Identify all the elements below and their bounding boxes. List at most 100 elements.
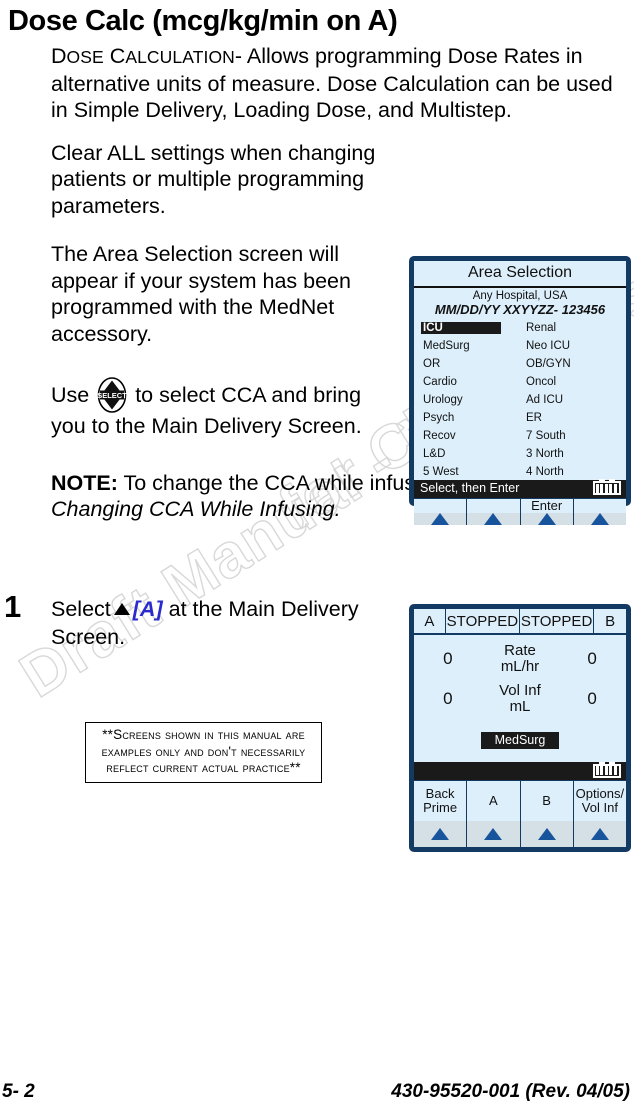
footer-page-number: 5- 2 (2, 1081, 35, 1102)
arrow-key-1[interactable] (414, 821, 468, 847)
area-selection-softkeys: Enter (414, 497, 626, 513)
softkey-channel-a[interactable]: A (467, 781, 521, 821)
cca-list: ICU MedSurg OR Cardio Urology Psych Reco… (414, 317, 626, 480)
cca-item-urology[interactable]: Urology (421, 394, 465, 407)
softkey-back-prime[interactable]: Back Prime (414, 781, 468, 821)
paragraph-clear-settings: Clear ALL settings when changing patient… (51, 140, 376, 218)
main-delivery-body: 0 Rate mL/hr 0 0 Vol Inf mL 0 MedSurg (414, 635, 626, 762)
rate-label: Rate mL/hr (482, 641, 558, 675)
cca-item-icu[interactable]: ICU (421, 321, 501, 335)
rate-row: 0 Rate mL/hr 0 (414, 641, 626, 675)
battery-icon (593, 761, 621, 778)
rate-label-line2: mL/hr (500, 657, 540, 675)
vol-inf-row: 0 Vol Inf mL 0 (414, 681, 626, 715)
cca-item-oncol[interactable]: Oncol (524, 376, 558, 389)
channel-b-status: STOPPED (520, 609, 595, 633)
area-selection-status-bar: Select, then Enter (414, 479, 626, 498)
channel-a-status: STOPPED (446, 609, 520, 633)
softkey-channel-b-label: B (542, 793, 551, 808)
footer-document-number: 430-95520-001 (Rev. 04/05) (391, 1081, 630, 1102)
cca-badge-wrap: MedSurg (414, 731, 626, 749)
calculation-lead-cap: C (109, 44, 126, 68)
battery-icon (593, 479, 621, 495)
arrow-key-3[interactable] (521, 821, 574, 847)
softkey-2[interactable] (467, 498, 521, 513)
main-delivery-device: A STOPPED STOPPED B 0 Rate mL/hr 0 0 Vol… (409, 604, 631, 852)
hospital-name: Any Hospital, USA (472, 290, 568, 302)
arrow-key-4[interactable] (574, 512, 626, 525)
main-delivery-lcd: A STOPPED STOPPED B 0 Rate mL/hr 0 0 Vol… (414, 609, 626, 847)
arrow-key-1[interactable] (414, 512, 468, 525)
channel-a-label: A (414, 609, 446, 633)
area-selection-arrow-keys (414, 512, 626, 525)
svg-text:SELECT: SELECT (97, 391, 127, 400)
cca-item-or[interactable]: OR (421, 358, 442, 371)
arrow-key-2[interactable] (467, 821, 521, 847)
status-text: Select, then Enter (420, 481, 520, 495)
paragraph-use-select: Use SELECT to select CCA and bring you t… (51, 377, 396, 440)
cca-item-renal[interactable]: Renal (524, 322, 558, 335)
arrow-key-2[interactable] (467, 512, 521, 525)
cca-item-obgyn[interactable]: OB/GYN (524, 358, 573, 371)
arrow-key-3[interactable] (521, 512, 574, 525)
softkey-enter[interactable]: Enter (521, 498, 574, 513)
device-code: MM/DD/YY XXYYZZ- 123456 (434, 301, 606, 317)
channel-b-label: B (605, 612, 616, 630)
area-selection-title: Area Selection (414, 261, 626, 288)
cca-item-medsurg[interactable]: MedSurg (421, 340, 472, 353)
cca-item-5west[interactable]: 5 West (421, 466, 461, 479)
disclaimer-box: **Screens shown in this manual are examp… (85, 722, 322, 783)
use-select-before: Use (51, 383, 90, 407)
softkey-back-prime-line2: Prime (423, 800, 458, 815)
triangle-up-icon (431, 828, 450, 840)
cca-item-7south[interactable]: 7 South (524, 430, 568, 443)
vol-inf-label-line2: mL (509, 697, 531, 715)
vol-inf-value-a: 0 (443, 688, 453, 708)
softkey-back-prime-line1: Back (425, 786, 455, 801)
paragraph-dose-calculation: DOSE CALCULATION- Allows programming Dos… (51, 43, 616, 124)
cca-item-ad-icu[interactable]: Ad ICU (524, 394, 565, 407)
triangle-up-icon (590, 828, 609, 840)
softkey-1[interactable] (414, 498, 468, 513)
triangle-up-icon (537, 828, 556, 840)
area-selection-device: Area Selection Any Hospital, USA MM/DD/Y… (409, 256, 631, 525)
vol-inf-label-line1: Vol Inf (499, 681, 541, 699)
triangle-up-icon (113, 603, 130, 615)
softkey-channel-b[interactable]: B (521, 781, 574, 821)
main-delivery-arrow-keys (414, 821, 626, 847)
cca-column-left: ICU MedSurg OR Cardio Urology Psych Reco… (414, 318, 520, 480)
paragraph-area-selection-info: The Area Selection screen will appear if… (51, 242, 351, 346)
cca-item-psych[interactable]: Psych (421, 412, 456, 425)
dose-lead-cap: D (51, 44, 67, 68)
vol-inf-label: Vol Inf mL (482, 681, 558, 715)
main-delivery-status-bar (414, 761, 626, 780)
cca-item-cardio[interactable]: Cardio (421, 376, 459, 389)
channel-status-bar: A STOPPED STOPPED B (414, 609, 626, 635)
area-selection-lcd: Area Selection Any Hospital, USA MM/DD/Y… (414, 261, 626, 525)
page-title: Dose Calc (mcg/kg/min on A) (8, 5, 398, 37)
arrow-key-4[interactable] (574, 821, 626, 847)
main-delivery-softkeys: Back Prime A B Options/ Vol Inf (414, 780, 626, 821)
step-number: 1 (4, 589, 22, 624)
triangle-up-icon (484, 828, 503, 840)
softkey-options-vol-inf[interactable]: Options/ Vol Inf (574, 781, 626, 821)
rate-label-line1: Rate (504, 641, 536, 659)
triangle-up-icon (590, 512, 609, 525)
note-text: To change the CCA while infusing, (117, 470, 456, 495)
cca-item-4north[interactable]: 4 North (524, 466, 566, 479)
triangle-up-icon (431, 512, 450, 525)
triangle-up-icon (484, 512, 503, 525)
cca-item-er[interactable]: ER (524, 412, 544, 425)
cca-item-ld[interactable]: L&D (421, 448, 447, 461)
softkey-options-line2: Vol Inf (581, 800, 618, 815)
triangle-up-icon (537, 512, 556, 525)
cca-badge: MedSurg (480, 731, 560, 749)
cca-item-neo-icu[interactable]: Neo ICU (524, 340, 572, 353)
calculation-lead-small: ALCULATION (125, 47, 235, 67)
step-text-before: Select (51, 597, 111, 621)
softkey-channel-a-label: A (489, 793, 498, 808)
dose-lead-small: OSE (66, 47, 104, 67)
cca-item-recov[interactable]: Recov (421, 430, 458, 443)
cca-item-3north[interactable]: 3 North (524, 448, 566, 461)
softkey-4[interactable] (574, 499, 626, 513)
